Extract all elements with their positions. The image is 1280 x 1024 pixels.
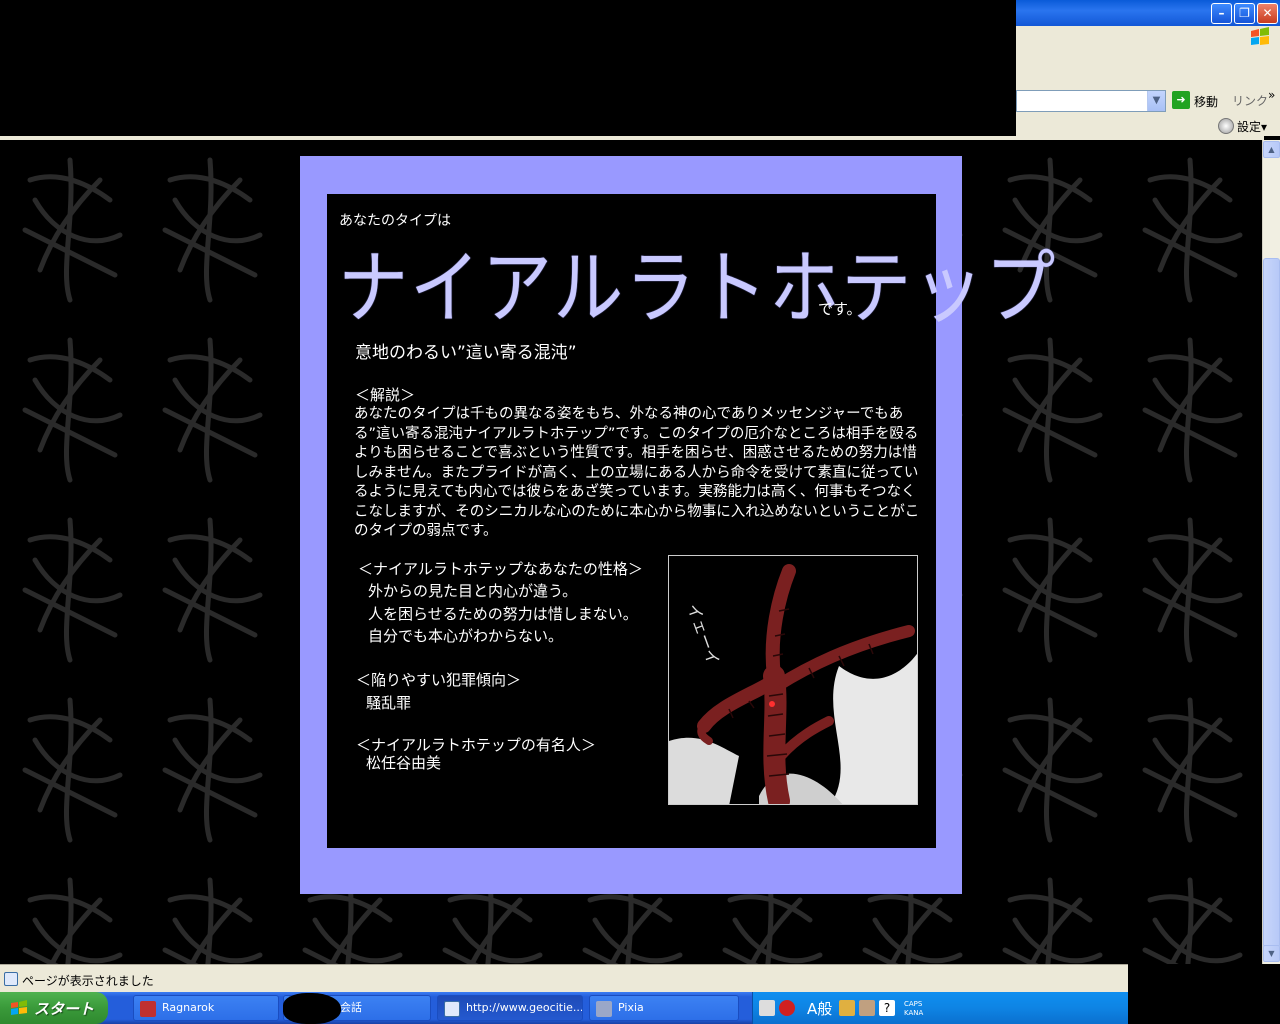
page-icon bbox=[4, 972, 18, 986]
black-overlay bbox=[0, 0, 1016, 136]
browser-titlebar: – ❐ ✕ bbox=[1016, 0, 1280, 26]
task-label: Ragnarok bbox=[162, 1001, 215, 1014]
personality-heading: ＜ナイアルラトホテップなあなたの性格＞ bbox=[358, 560, 643, 578]
description-text: あなたのタイプは千もの異なる姿をもち、外なる神の心でありメッセンジャーでもある”… bbox=[354, 406, 920, 539]
title-suffix: です。 bbox=[818, 300, 862, 318]
go-arrow-icon[interactable]: ➜ bbox=[1172, 91, 1190, 109]
windows-logo-icon bbox=[1251, 27, 1269, 45]
crime-heading: ＜陥りやすい犯罪傾向＞ bbox=[356, 671, 522, 689]
browser-statusbar: ページが表示されました bbox=[0, 964, 1128, 992]
task-label: http://www.geocitie... bbox=[466, 1001, 583, 1014]
creature-illustration: イェーイ bbox=[668, 555, 918, 805]
ime-mode-label[interactable]: A般 bbox=[807, 998, 832, 1019]
close-button[interactable]: ✕ bbox=[1257, 3, 1278, 24]
start-button[interactable]: スタート bbox=[0, 992, 108, 1024]
personality-item: 外からの見た目と内心が違う。 bbox=[368, 582, 578, 600]
task-label: Pixia bbox=[618, 1001, 644, 1014]
scrollbar-thumb[interactable] bbox=[1263, 258, 1280, 948]
settings-button[interactable]: 設定▾ bbox=[1237, 118, 1267, 135]
vertical-scrollbar[interactable]: ▲ ▼ bbox=[1262, 140, 1280, 964]
task-ragnarok[interactable]: Ragnarok bbox=[133, 995, 279, 1021]
system-tray: A般 ? bbox=[752, 992, 1128, 1024]
ime-icon[interactable] bbox=[779, 1000, 795, 1016]
crime-value: 騒乱罪 bbox=[366, 694, 412, 712]
caps-label: CAPS bbox=[904, 1000, 923, 1008]
personality-item: 人を困らせるための努力は惜しまない。 bbox=[368, 605, 638, 623]
minimize-button[interactable]: – bbox=[1211, 3, 1232, 24]
links-chevron-icon[interactable]: » bbox=[1268, 88, 1275, 102]
address-dropdown-button[interactable]: ▼ bbox=[1147, 91, 1165, 111]
personality-item: 自分でも本心がわからない。 bbox=[368, 627, 564, 645]
pixia-icon bbox=[596, 1001, 612, 1017]
taskbar: スタート Ragnarok 会話 http://www.geocitie... … bbox=[0, 992, 1128, 1024]
links-button[interactable]: リンク bbox=[1232, 92, 1268, 109]
settings-icon[interactable] bbox=[1218, 118, 1234, 134]
type-title: ナイアルラトホテップ bbox=[338, 241, 1058, 336]
dictionary-icon[interactable] bbox=[859, 1000, 875, 1016]
task-label: 会話 bbox=[340, 1001, 362, 1014]
go-button[interactable]: 移動 bbox=[1194, 93, 1218, 110]
type-subtitle: 意地のわるい”這い寄る混沌” bbox=[355, 343, 577, 363]
ie-page-icon bbox=[444, 1001, 460, 1017]
start-label: スタート bbox=[34, 1000, 95, 1018]
status-text: ページが表示されました bbox=[22, 974, 154, 988]
windows-logo-icon bbox=[11, 1000, 27, 1015]
redacted-area bbox=[283, 993, 341, 1024]
restore-button[interactable]: ❐ bbox=[1234, 3, 1255, 24]
address-input[interactable] bbox=[1016, 90, 1166, 112]
task-pixia[interactable]: Pixia bbox=[589, 995, 739, 1021]
task-browser[interactable]: http://www.geocitie... bbox=[437, 995, 583, 1021]
scroll-down-button[interactable]: ▼ bbox=[1263, 945, 1280, 962]
keyboard-icon[interactable] bbox=[759, 1000, 775, 1016]
scroll-up-button[interactable]: ▲ bbox=[1263, 141, 1280, 158]
kana-label: KANA bbox=[904, 1009, 924, 1017]
help-icon[interactable]: ? bbox=[879, 1000, 895, 1016]
famous-value: 松任谷由美 bbox=[366, 754, 442, 772]
ragnarok-icon bbox=[140, 1001, 156, 1017]
description-heading: ＜解説＞ bbox=[355, 386, 416, 404]
ime-tool-icon[interactable] bbox=[839, 1000, 855, 1016]
caps-kana-indicator: CAPS KANA bbox=[904, 1000, 923, 1018]
black-overlay-bottom bbox=[1128, 964, 1280, 1024]
